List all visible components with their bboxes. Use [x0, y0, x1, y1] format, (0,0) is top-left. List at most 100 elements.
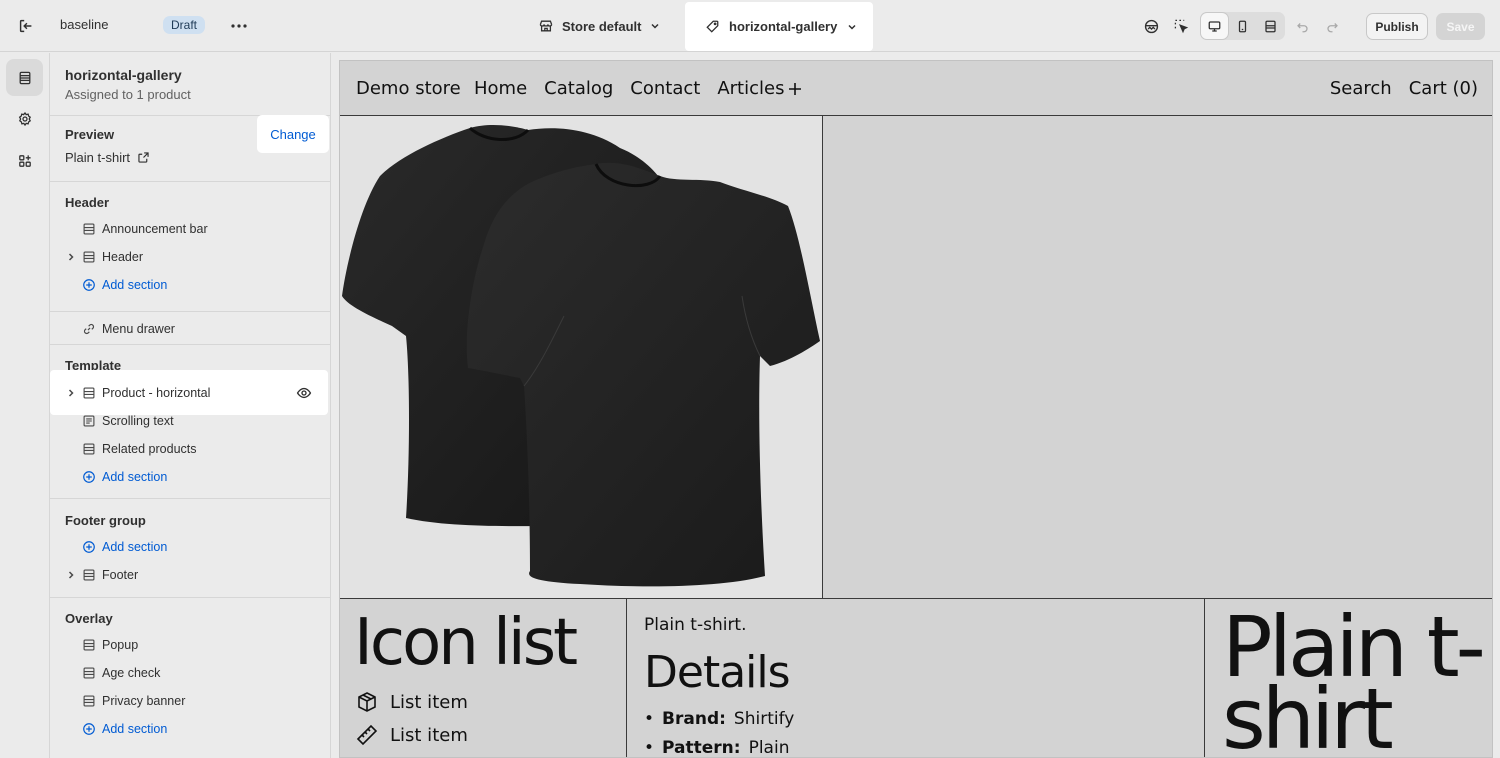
add-section-footer[interactable]: Add section: [50, 534, 331, 560]
gear-icon: [18, 111, 31, 126]
bullet: •: [644, 709, 655, 729]
footer-group-heading: Footer group: [65, 513, 146, 528]
change-preview-button[interactable]: Change: [257, 115, 329, 153]
section-popup[interactable]: Popup: [50, 632, 331, 658]
section-header[interactable]: Header: [50, 244, 331, 270]
settings-tab[interactable]: [6, 100, 43, 137]
template-selector[interactable]: horizontal-gallery: [685, 2, 873, 51]
section-layout-icon: [83, 223, 95, 235]
section-layout-icon: [83, 387, 95, 399]
product-details-block: Plain t-shirt. Details • Brand: Shirtify…: [628, 599, 1205, 758]
list-item-label: List item: [390, 691, 468, 713]
storefront-preview[interactable]: Demo store Home Catalog Contact Articles…: [339, 60, 1493, 758]
select-cursor-icon: [1174, 19, 1189, 34]
store-selector[interactable]: Store default: [538, 12, 661, 40]
plus-circle-icon: [83, 723, 95, 735]
more-actions-button[interactable]: [227, 13, 251, 39]
sections-tab[interactable]: [6, 59, 43, 96]
section-label: Announcement bar: [102, 222, 208, 236]
search-link[interactable]: Search: [1330, 78, 1392, 99]
fullscreen-view-button[interactable]: [1257, 13, 1284, 39]
cart-link[interactable]: Cart (0): [1409, 78, 1478, 99]
chevron-right-icon[interactable]: [65, 251, 77, 263]
sections-sidebar: horizontal-gallery Assigned to 1 product…: [50, 53, 331, 758]
inspector-button[interactable]: [1168, 12, 1194, 40]
divider: [50, 344, 331, 345]
nav-link-contact[interactable]: Contact: [630, 78, 700, 99]
apps-tab[interactable]: [6, 142, 43, 179]
add-section-label: Add section: [102, 540, 168, 554]
plus-circle-icon: [83, 541, 95, 553]
mobile-icon: [1238, 20, 1247, 32]
store-logo[interactable]: Demo store: [356, 78, 461, 99]
template-title: horizontal-gallery: [65, 67, 182, 83]
section-label: Popup: [102, 638, 139, 652]
template-subtitle: Assigned to 1 product: [65, 87, 191, 102]
exit-button[interactable]: [13, 13, 39, 39]
chevron-right-icon[interactable]: [65, 569, 77, 581]
publish-button[interactable]: Publish: [1366, 13, 1428, 40]
redo-button[interactable]: [1319, 12, 1345, 40]
section-menu-drawer[interactable]: Menu drawer: [50, 316, 331, 342]
detail-label: Pattern:: [662, 738, 741, 758]
mobile-view-button[interactable]: [1229, 13, 1256, 39]
divider: [50, 498, 331, 499]
section-scrolling-text[interactable]: Scrolling text: [50, 408, 331, 434]
section-related-products[interactable]: Related products: [50, 436, 331, 462]
more-horizontal-icon: [231, 24, 247, 28]
section-label: Menu drawer: [102, 322, 175, 336]
undo-button[interactable]: [1289, 12, 1315, 40]
detail-label: Brand:: [662, 709, 726, 729]
details-title: Details: [644, 647, 791, 698]
section-layout-icon: [83, 569, 95, 581]
add-section-label: Add section: [102, 278, 168, 292]
add-section-header[interactable]: Add section: [50, 272, 331, 298]
section-layout-icon: [83, 667, 95, 679]
section-announcement-bar[interactable]: Announcement bar: [50, 216, 331, 242]
store-selector-label: Store default: [562, 18, 642, 34]
overlay-group-heading: Overlay: [65, 611, 113, 626]
nav-link-articles[interactable]: Articles: [717, 78, 802, 99]
fullwidth-icon: [1265, 20, 1276, 32]
add-section-label: Add section: [102, 722, 168, 736]
section-label: Header: [102, 250, 143, 264]
nav-link-home[interactable]: Home: [474, 78, 527, 99]
box-icon: [358, 692, 376, 712]
ai-button[interactable]: [1138, 12, 1164, 40]
desktop-view-button[interactable]: [1201, 13, 1228, 39]
section-label: Footer: [102, 568, 139, 582]
section-privacy-banner[interactable]: Privacy banner: [50, 688, 331, 714]
gallery-empty-slide: [824, 116, 1492, 599]
list-item: • Pattern: Plain: [644, 734, 794, 758]
chevron-right-icon[interactable]: [65, 387, 77, 399]
detail-value: Shirtify: [733, 709, 795, 729]
status-badge: Draft: [163, 16, 206, 34]
divider: [50, 311, 331, 312]
sparkle-sphere-icon: [1144, 19, 1158, 33]
undo-icon: [1296, 22, 1308, 32]
chevron-down-icon: [848, 24, 856, 30]
add-section-label: Add section: [102, 470, 168, 484]
save-button[interactable]: Save: [1436, 13, 1485, 40]
add-section-template[interactable]: Add section: [50, 464, 331, 490]
nav-link-catalog[interactable]: Catalog: [544, 78, 613, 99]
toolbar-icons: [1138, 12, 1345, 40]
icon-list-title: Icon list: [354, 606, 578, 680]
section-layout-icon: [83, 639, 95, 651]
link-icon: [83, 323, 95, 335]
section-age-check[interactable]: Age check: [50, 660, 331, 686]
sections-icon: [19, 71, 30, 84]
details-list: • Brand: Shirtify • Pattern: Plain: [644, 705, 795, 758]
eye-icon[interactable]: [296, 385, 312, 401]
section-footer[interactable]: Footer: [50, 562, 331, 588]
viewport-toggle: [1200, 12, 1285, 40]
text-block-icon: [83, 415, 95, 427]
section-label: Related products: [102, 442, 197, 456]
list-item: List item: [356, 691, 468, 713]
add-section-overlay[interactable]: Add section: [50, 716, 331, 742]
product-short-title: Plain t-shirt.: [644, 615, 747, 635]
product-image[interactable]: [340, 116, 823, 599]
nav-link-label: Articles: [717, 78, 785, 99]
apps-icon: [18, 154, 31, 167]
preview-product-link[interactable]: Plain t-shirt: [65, 150, 150, 165]
